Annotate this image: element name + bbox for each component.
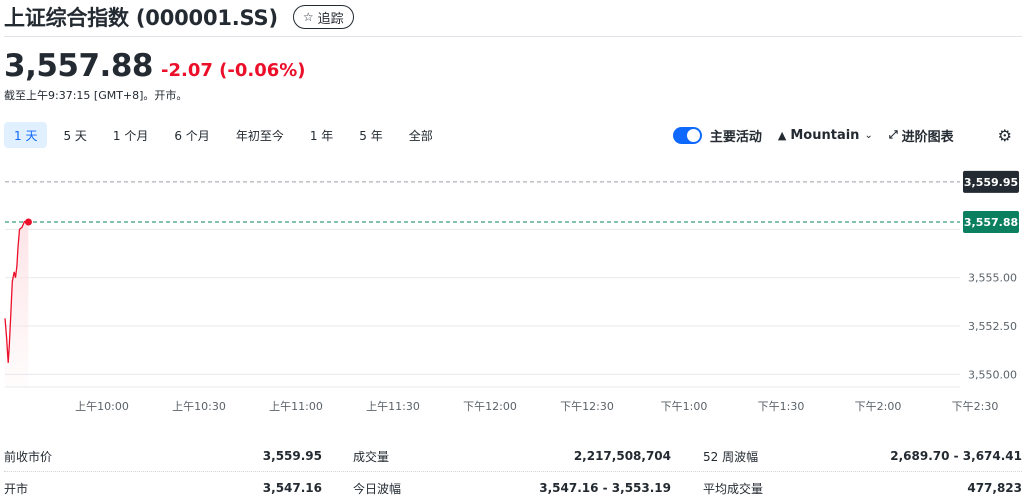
range-tab[interactable]: 1 年 [300,122,343,148]
x-tick-label: 上午11:30 [366,400,420,413]
y-tick-label: 3,555.00 [968,272,1017,285]
follow-button[interactable]: ☆ 追踪 [292,5,354,29]
stat-value: 2,689.70 - 3,674.41 [890,449,1022,463]
events-label: 主要活动 [709,129,762,145]
chart-type-dropdown[interactable]: ▲ Mountain ⌄ [778,128,873,143]
stat-value: 3,559.95 [262,449,322,463]
x-tick-label: 上午10:30 [172,400,226,413]
prev-close-tag-label: 3,559.95 [964,176,1018,189]
stat-item: 平均成交量 477,823 [703,472,1022,500]
stats-row: 开市 3,547.16 今日波幅 3,547.16 - 3,553.19 平均成交量 47… [4,472,1022,500]
y-tick-label: 3,552.50 [968,320,1017,333]
stat-item: 52 周波幅 2,689.70 - 3,674.41 [703,440,1022,472]
x-tick-label: 下午2:30 [952,400,999,413]
stat-label: 开市 [4,481,29,496]
stat-label: 今日波幅 [353,481,402,496]
x-tick-label: 下午12:30 [560,400,614,413]
stat-value: 2,217,508,704 [573,449,671,463]
range-tabs: 1 天5 天 1 个月 6 个月 年初至今 1 年5 年全部 [4,122,449,148]
x-tick-label: 下午2:00 [855,400,902,413]
chevron-down-icon: ⌄ [864,129,873,141]
x-tick-label: 下午1:00 [661,400,708,413]
star-icon: ☆ [302,10,314,24]
page-title: 上证综合指数 (000001.SS) [4,6,278,30]
range-tab[interactable]: 全部 [399,122,443,148]
x-tick-label: 上午10:00 [75,400,129,413]
stat-value: 477,823 [967,481,1022,495]
stat-value: 3,547.16 [262,481,322,495]
range-tab[interactable]: 年初至今 [226,122,294,148]
prev-close-tag: 3,559.95 [963,170,1019,193]
chart-tools: 主要活动 ▲ Mountain ⌄ ⤢ 进阶图表 ⚙ [672,122,1012,148]
range-tab[interactable]: 6 个月 [164,122,219,148]
stat-label: 平均成交量 [703,481,764,496]
last-price-tag-label: 3,557.88 [964,216,1018,229]
stat-item: 成交量 2,217,508,704 [353,440,671,472]
range-tab[interactable]: 1 个月 [103,122,158,148]
market-time: 截至上午9:37:15 [GMT+8]。开市。 [4,89,188,102]
range-tab[interactable]: 1 天 [4,122,48,148]
stat-label: 52 周波幅 [703,449,759,464]
last-price-dot [24,218,32,226]
quote-header: 上证综合指数 (000001.SS) ☆ 追踪 [4,2,354,32]
mountain-icon: ▲ [777,128,787,142]
quote-price-block: 3,557.88 -2.07 (-0.06%) [4,48,306,84]
stat-item: 今日波幅 3,547.16 - 3,553.19 [353,472,671,500]
range-tab[interactable]: 5 年 [349,122,392,148]
events-toggle[interactable] [672,126,702,144]
y-tick-label: 3,550.00 [968,368,1017,381]
price-chart[interactable]: 3,550.00 3,552.50 3,555.00 上午10:00 上午10:30 上午… [0,150,1036,420]
chart-type-label: Mountain [790,127,860,143]
range-tab[interactable]: 5 天 [53,122,96,148]
last-price-tag: 3,557.88 [963,210,1019,233]
current-price: 3,557.88 [4,48,153,84]
header-divider [4,36,1022,37]
stat-item: 开市 3,547.16 [4,472,322,500]
gear-icon[interactable]: ⚙ [998,126,1012,145]
stat-label: 成交量 [353,449,390,464]
follow-label: 追踪 [317,11,344,27]
advanced-chart-label: 进阶图表 [901,129,954,145]
x-tick-label: 下午12:00 [463,400,517,413]
price-change: -2.07 (-0.06%) [160,60,306,81]
stat-label: 前收市价 [4,449,53,464]
stat-item: 前收市价 3,559.95 [4,440,322,472]
x-tick-label: 上午11:00 [269,400,323,413]
advanced-chart-button[interactable]: ⤢ 进阶图表 [889,126,954,145]
expand-icon: ⤢ [888,128,898,141]
x-tick-label: 下午1:30 [758,400,805,413]
stat-value: 3,547.16 - 3,553.19 [539,481,671,495]
stats-row: 前收市价 3,559.95 成交量 2,217,508,704 52 周波幅 2,689.… [4,440,1022,472]
